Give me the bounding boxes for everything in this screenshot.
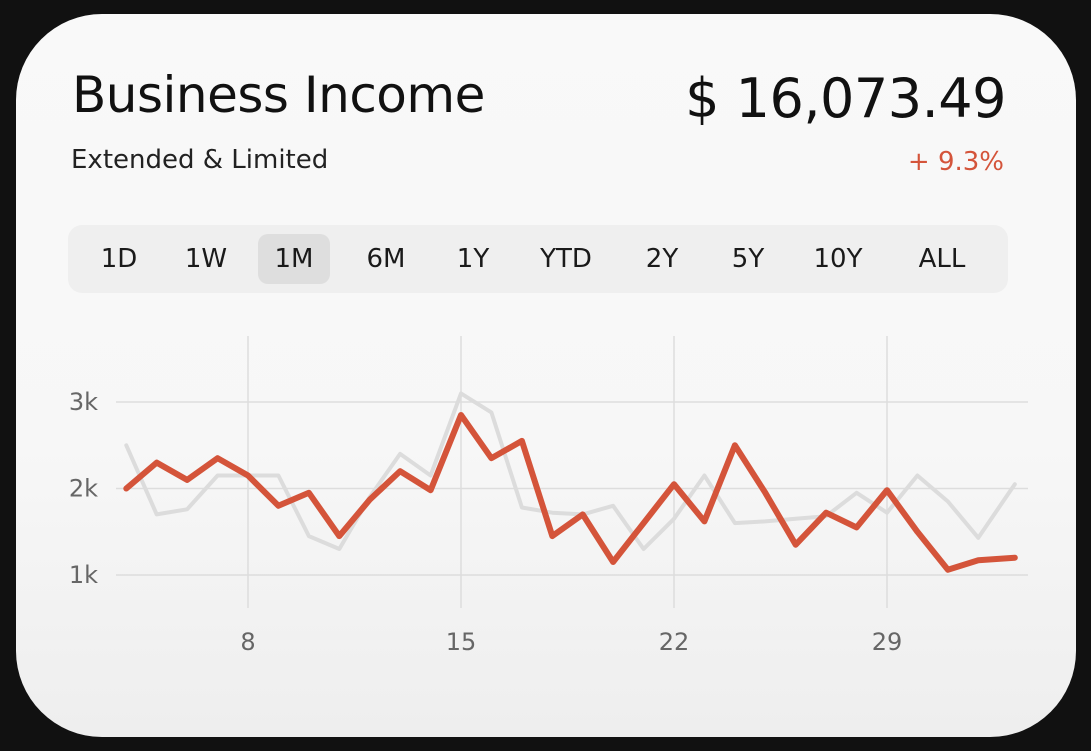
y-tick-label: 2k <box>69 475 98 503</box>
x-tick-label: 8 <box>240 628 255 656</box>
y-tick-label: 3k <box>69 388 98 416</box>
primary-income-line <box>123 412 1018 573</box>
x-tick-label: 22 <box>659 628 690 656</box>
y-tick-label: 1k <box>69 561 98 589</box>
x-tick-label: 29 <box>872 628 903 656</box>
x-tick-label: 15 <box>446 628 477 656</box>
income-card: Business Income Extended & Limited $ 16,… <box>16 14 1076 737</box>
income-chart: 1k 2k 3k 8 15 22 29 <box>69 336 1028 656</box>
